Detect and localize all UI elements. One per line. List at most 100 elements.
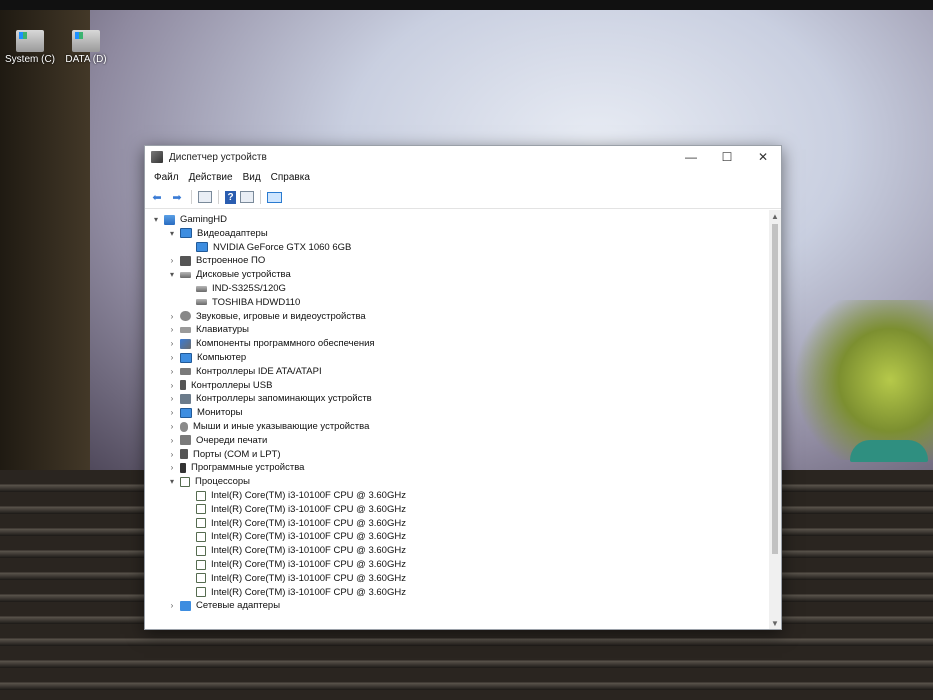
expand-arrow-icon[interactable]: › <box>167 325 177 334</box>
tree-item[interactable]: › Порты (COM и LPT) <box>167 448 281 461</box>
tree-item[interactable]: Intel(R) Core(TM) i3-10100F CPU @ 3.60GH… <box>183 544 406 557</box>
scan-hardware-icon[interactable] <box>267 191 282 203</box>
minimize-button[interactable]: — <box>673 146 709 168</box>
tree-item[interactable]: Intel(R) Core(TM) i3-10100F CPU @ 3.60GH… <box>183 572 406 585</box>
menu-view[interactable]: Вид <box>238 172 266 183</box>
expand-arrow-icon[interactable]: › <box>167 381 177 390</box>
tree-item[interactable]: › Контроллеры USB <box>167 379 273 392</box>
tree-item[interactable]: › Мыши и иные указывающие устройства <box>167 420 370 433</box>
collapse-arrow-icon[interactable]: ▾ <box>151 215 161 224</box>
tree-item-label: GamingHD <box>180 214 227 225</box>
tree-item[interactable]: ▾ Дисковые устройства <box>167 268 291 281</box>
tree-item-label: Видеоадаптеры <box>197 227 268 239</box>
scroll-up-icon[interactable]: ▲ <box>769 210 781 222</box>
tree-item[interactable]: TOSHIBA HDWD110 <box>183 296 300 309</box>
computer-icon <box>164 214 175 225</box>
expand-arrow-icon[interactable]: › <box>167 422 177 431</box>
component-icon <box>180 338 191 349</box>
tree-item[interactable]: › Встроенное ПО <box>167 254 266 267</box>
tree-item-label: Intel(R) Core(TM) i3-10100F CPU @ 3.60GH… <box>211 572 406 584</box>
tree-item-label: Мыши и иные указывающие устройства <box>193 421 370 432</box>
keyboard-icon <box>180 326 191 333</box>
expand-arrow-icon[interactable]: › <box>167 436 177 445</box>
collapse-arrow-icon[interactable]: ▾ <box>167 477 177 486</box>
monitor-icon <box>196 242 208 253</box>
title-bar[interactable]: Диспетчер устройств — ☐ ✕ <box>145 146 781 168</box>
toolbar: ⬅ ➡ ? <box>145 186 781 209</box>
tree-item[interactable]: Intel(R) Core(TM) i3-10100F CPU @ 3.60GH… <box>183 586 406 599</box>
collapse-arrow-icon[interactable]: ▾ <box>167 229 177 238</box>
desktop-icon-label: System (C) <box>5 54 55 65</box>
expand-arrow-icon[interactable]: › <box>167 339 177 348</box>
forward-arrow-icon[interactable]: ➡ <box>169 190 185 204</box>
tree-item[interactable]: › Компоненты программного обеспечения <box>167 337 375 350</box>
tree-item[interactable]: › Сетевые адаптеры <box>167 599 280 612</box>
printer-icon <box>180 435 191 446</box>
tree-item[interactable]: › Компьютер <box>167 351 247 364</box>
tree-item[interactable]: Intel(R) Core(TM) i3-10100F CPU @ 3.60GH… <box>183 530 406 543</box>
menu-file[interactable]: Файл <box>149 172 184 183</box>
tree-item[interactable]: › Контроллеры IDE ATA/ATAPI <box>167 365 322 378</box>
tree-item[interactable]: › Клавиатуры <box>167 323 249 336</box>
cpu-icon <box>196 531 206 542</box>
tree-item-label: NVIDIA GeForce GTX 1060 6GB <box>213 241 352 253</box>
back-arrow-icon[interactable]: ⬅ <box>149 190 165 204</box>
expand-arrow-icon[interactable]: › <box>167 450 177 459</box>
cpu-icon <box>196 587 206 598</box>
cpu-icon <box>180 476 190 487</box>
tree-item[interactable]: ▾ Процессоры <box>167 475 250 488</box>
maximize-button[interactable]: ☐ <box>709 146 745 168</box>
tree-item[interactable]: › Программные устройства <box>167 461 305 474</box>
desktop-icon-data-drive[interactable]: DATA (D) <box>56 30 116 65</box>
menu-action[interactable]: Действие <box>184 172 238 183</box>
properties-icon[interactable] <box>198 191 212 203</box>
tree-item[interactable]: › Контроллеры запоминающих устройств <box>167 392 372 405</box>
expand-arrow-icon[interactable]: › <box>167 408 177 417</box>
expand-arrow-icon[interactable]: › <box>167 394 177 403</box>
tree-item[interactable]: › Очереди печати <box>167 434 268 447</box>
expand-arrow-icon[interactable]: › <box>167 601 177 610</box>
close-button[interactable]: ✕ <box>745 146 781 168</box>
expand-arrow-icon[interactable]: › <box>167 353 177 362</box>
monitor-icon <box>180 228 192 239</box>
cpu-icon <box>196 504 206 515</box>
cpu-icon <box>196 545 206 556</box>
tree-item[interactable]: › Мониторы <box>167 406 243 419</box>
desktop-wallpaper-tree <box>790 300 933 460</box>
tree-item[interactable]: ▾ GamingHD <box>151 213 227 226</box>
tree-item[interactable]: NVIDIA GeForce GTX 1060 6GB <box>183 241 351 254</box>
expand-arrow-icon[interactable]: › <box>167 367 177 376</box>
tree-item-label: Контроллеры USB <box>191 379 273 391</box>
tree-item-label: TOSHIBA HDWD110 <box>212 296 301 308</box>
tree-item-label: Контроллеры IDE ATA/ATAPI <box>196 365 322 377</box>
help-icon[interactable]: ? <box>225 190 236 204</box>
tree-item[interactable]: Intel(R) Core(TM) i3-10100F CPU @ 3.60GH… <box>183 503 406 516</box>
scroll-down-icon[interactable]: ▼ <box>769 617 781 629</box>
tree-item[interactable]: Intel(R) Core(TM) i3-10100F CPU @ 3.60GH… <box>183 517 406 530</box>
device-tree: ▾ GamingHD ▾ Видеоадаптеры NVIDIA GeForce GT… <box>145 210 769 629</box>
details-pane-icon[interactable] <box>240 191 254 203</box>
toolbar-separator <box>218 190 219 204</box>
expand-arrow-icon[interactable]: › <box>167 256 177 265</box>
desktop-icon-system-drive[interactable]: System (C) <box>0 30 60 65</box>
tree-item[interactable]: IND-S325S/120G <box>183 282 286 295</box>
expand-arrow-icon[interactable]: › <box>167 463 177 472</box>
tree-item[interactable]: › Звуковые, игровые и видеоустройства <box>167 310 366 323</box>
device-manager-icon <box>151 151 163 163</box>
tree-item-label: Сетевые адаптеры <box>196 600 281 612</box>
monitor-bezel <box>0 0 933 10</box>
tree-item[interactable]: Intel(R) Core(TM) i3-10100F CPU @ 3.60GH… <box>183 558 406 571</box>
menu-help[interactable]: Справка <box>266 172 315 183</box>
vertical-scrollbar[interactable]: ▲ ▼ <box>769 210 781 629</box>
tree-item[interactable]: ▾ Видеоадаптеры <box>167 227 268 240</box>
collapse-arrow-icon[interactable]: ▾ <box>167 270 177 279</box>
expand-arrow-icon[interactable]: › <box>167 312 177 321</box>
chip-icon <box>180 255 191 266</box>
desktop-icon-label: DATA (D) <box>65 54 107 65</box>
tree-item[interactable]: Intel(R) Core(TM) i3-10100F CPU @ 3.60GH… <box>183 489 406 502</box>
window-title: Диспетчер устройств <box>169 151 267 163</box>
tree-item-label: Дисковые устройства <box>196 269 291 281</box>
monitor-icon <box>180 407 192 418</box>
tree-item-label: Клавиатуры <box>196 324 250 336</box>
scrollbar-thumb[interactable] <box>772 224 778 554</box>
